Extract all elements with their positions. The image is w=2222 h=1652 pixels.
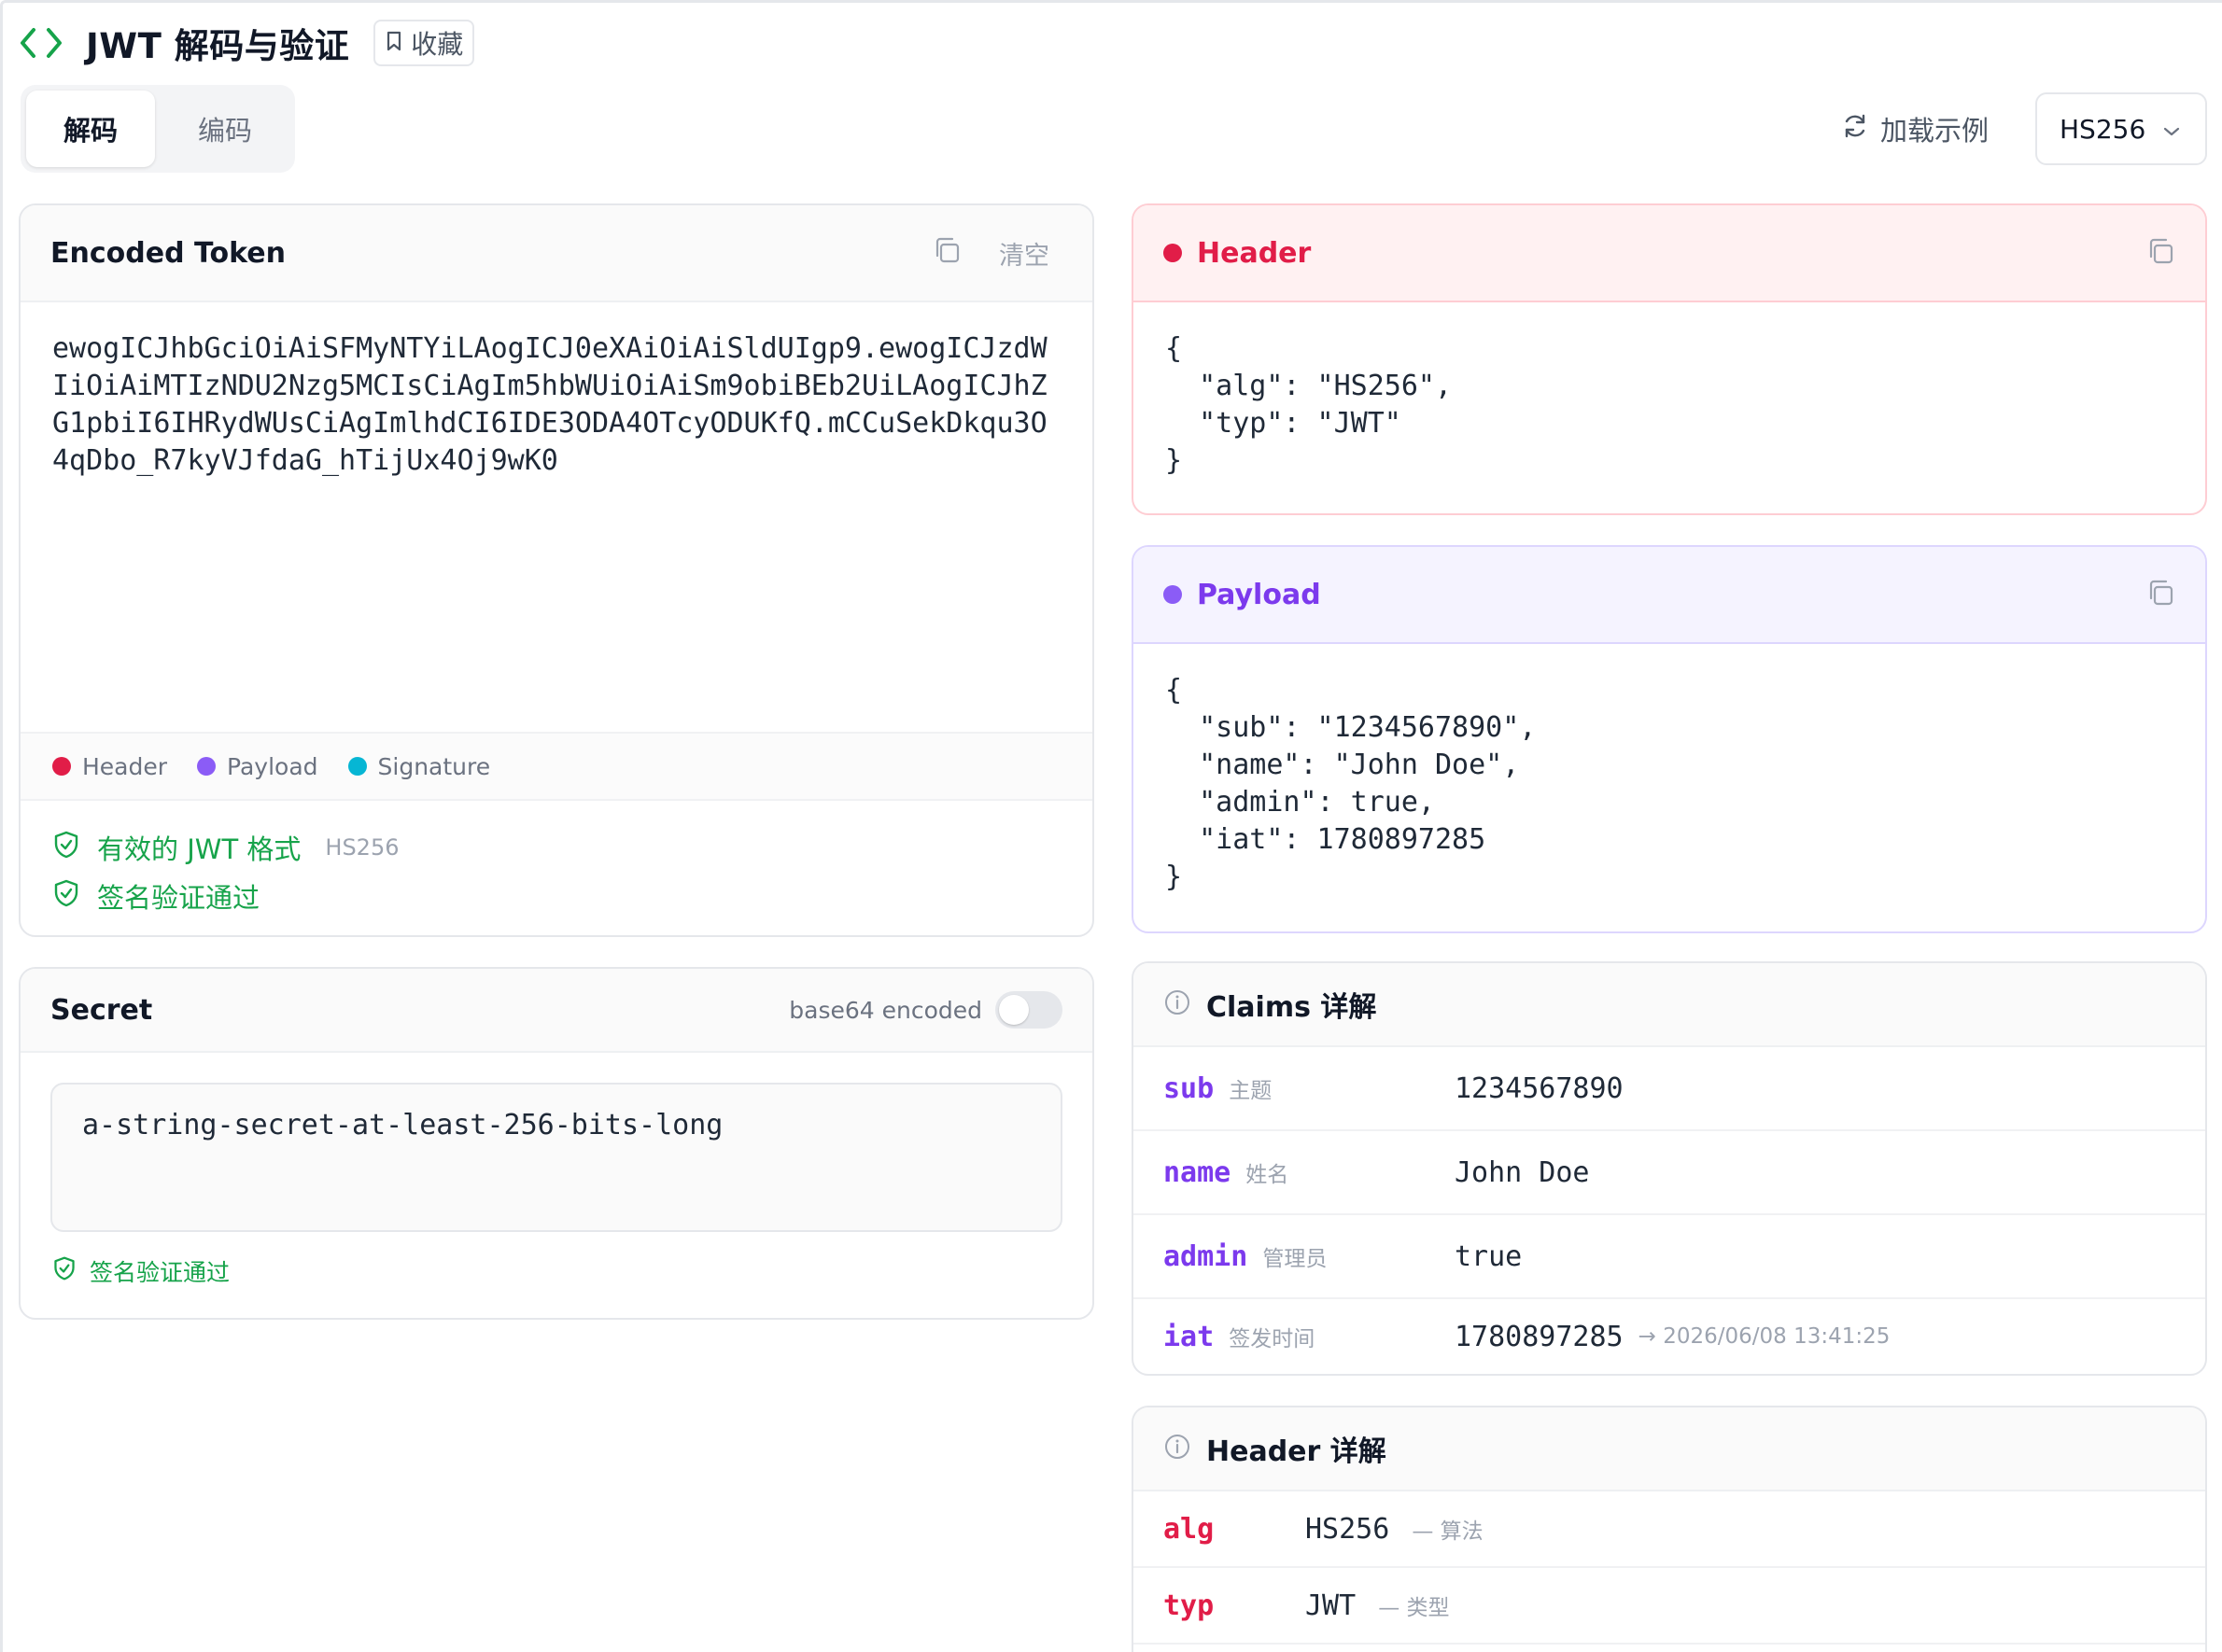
shield-check-icon — [52, 1255, 77, 1287]
payload-json: { "sub": "1234567890", "name": "John Doe… — [1165, 674, 1537, 893]
token-status-list: 有效的 JWT 格式 HS256 签名验证通过 — [21, 801, 1092, 920]
claim-row: iat 签发时间 1780897285 → 2026/06/08 13:41:25 — [1133, 1299, 2205, 1374]
tab-encode[interactable]: 编码 — [161, 91, 289, 167]
claim-value: John Doe — [1455, 1155, 1590, 1189]
legend-signature-dot — [347, 757, 367, 776]
payload-panel: Payload { "sub": "1234567890", "name": "… — [1132, 545, 2207, 933]
secret-status: 签名验证通过 — [21, 1232, 1092, 1310]
claim-row: sub 主题 1234567890 — [1133, 1047, 2205, 1131]
encoded-token-header: Encoded Token 清空 — [21, 205, 1092, 302]
status-signature-verified: 签名验证通过 — [52, 872, 1061, 920]
token-legend: Header Payload Signature — [21, 732, 1092, 801]
claim-value: 1780897285 — [1455, 1320, 1624, 1353]
secret-panel: Secret base64 encoded a-string-secret-at… — [19, 967, 1094, 1320]
encoded-token-panel: Encoded Token 清空 ewogICJhbGciOiAiSFMyNTY… — [19, 203, 1094, 937]
copy-token-icon[interactable] — [932, 235, 962, 272]
header-detail-desc: — 类型 — [1378, 1596, 1450, 1620]
header-detail-value: JWT — [1305, 1589, 1357, 1622]
algorithm-select[interactable]: HS256 — [2035, 92, 2207, 165]
base64-toggle-knob — [999, 995, 1029, 1025]
claim-desc: 签发时间 — [1229, 1326, 1315, 1351]
legend-signature-label: Signature — [377, 752, 491, 780]
legend-signature: Signature — [347, 752, 491, 780]
legend-header: Header — [52, 753, 167, 780]
code-brackets-icon — [19, 21, 63, 65]
info-icon — [1163, 988, 1191, 1020]
claim-key: admin — [1163, 1239, 1248, 1273]
header-detail-row: typ JWT — 类型 — [1133, 1568, 2205, 1645]
claims-head: Claims 详解 — [1133, 963, 2205, 1047]
header-panel: Header { "alg": "HS256", "typ": "JWT" } — [1132, 203, 2207, 515]
legend-payload-dot — [197, 757, 217, 776]
tab-decode[interactable]: 解码 — [26, 91, 155, 167]
claim-value: 1234567890 — [1455, 1071, 1624, 1105]
token-textarea[interactable]: ewogICJhbGciOiAiSFMyNTYiLAogICJ0eXAiOiAi… — [21, 302, 1092, 732]
header-detail-value: HS256 — [1305, 1512, 1390, 1546]
claim-desc: 姓名 — [1245, 1162, 1289, 1187]
base64-toggle[interactable] — [995, 991, 1062, 1029]
favorite-button[interactable]: 收藏 — [373, 20, 475, 66]
status-valid-format-alg: HS256 — [325, 834, 400, 861]
claims-panel: Claims 详解 sub 主题 1234567890 name 姓名 John D… — [1132, 961, 2207, 1376]
chevron-down-icon — [2162, 114, 2181, 145]
copy-header-icon[interactable] — [2145, 236, 2175, 270]
header-detail-desc: — 算法 — [1412, 1519, 1484, 1544]
header-panel-head: Header — [1133, 205, 2205, 302]
shield-check-icon — [52, 830, 80, 866]
status-valid-format-text: 有效的 JWT 格式 — [97, 833, 302, 865]
header-dot — [1163, 244, 1182, 262]
claim-key: name — [1163, 1155, 1231, 1189]
payload-dot — [1163, 585, 1182, 604]
header-json: { "alg": "HS256", "typ": "JWT" } — [1165, 332, 1453, 477]
header-detail-row: alg HS256 — 算法 — [1133, 1491, 2205, 1568]
secret-header: Secret base64 encoded — [21, 969, 1092, 1053]
claim-row: name 姓名 John Doe — [1133, 1131, 2205, 1215]
shield-check-icon — [52, 878, 80, 915]
payload-panel-title: Payload — [1197, 578, 1321, 611]
payload-panel-head: Payload — [1133, 547, 2205, 644]
page-title: JWT 解码与验证 — [86, 26, 350, 66]
claim-value: true — [1455, 1239, 1523, 1273]
claim-key: iat — [1163, 1320, 1215, 1353]
base64-label: base64 encoded — [789, 996, 982, 1024]
copy-payload-icon[interactable] — [2145, 578, 2175, 611]
encoded-token-title: Encoded Token — [50, 236, 286, 270]
favorite-label: 收藏 — [411, 29, 464, 60]
secret-status-text: 签名验证通过 — [90, 1259, 231, 1286]
algorithm-select-value: HS256 — [2060, 113, 2146, 145]
header-panel-title: Header — [1197, 236, 1312, 270]
claim-desc: 主题 — [1229, 1078, 1273, 1103]
status-signature-verified-text: 签名验证通过 — [97, 882, 260, 914]
claim-row: admin 管理员 true — [1133, 1215, 2205, 1299]
load-example-button[interactable]: 加载示例 — [1841, 108, 1989, 149]
mode-tabs: 解码 编码 — [21, 85, 295, 173]
load-example-label: 加载示例 — [1880, 115, 1990, 147]
claim-key: sub — [1163, 1071, 1215, 1105]
secret-input[interactable]: a-string-secret-at-least-256-bits-long — [50, 1083, 1062, 1232]
bookmark-icon — [385, 28, 403, 59]
title-bar: JWT 解码与验证 收藏 — [19, 17, 475, 69]
claim-iat-date: → 2026/06/08 13:41:25 — [1638, 1324, 1891, 1349]
legend-payload: Payload — [197, 753, 318, 780]
secret-title: Secret — [50, 993, 153, 1027]
legend-payload-label: Payload — [227, 752, 318, 780]
header-detail-key: alg — [1163, 1512, 1215, 1546]
header-details-panel: Header 详解 alg HS256 — 算法 typ JWT — 类型 — [1132, 1406, 2207, 1652]
refresh-icon — [1841, 112, 1869, 147]
clear-button[interactable]: 清空 — [999, 235, 1049, 272]
claims-title: Claims 详解 — [1206, 991, 1377, 1024]
legend-header-dot — [52, 757, 71, 776]
status-valid-format: 有效的 JWT 格式 HS256 — [52, 823, 1061, 872]
legend-header-label: Header — [82, 752, 168, 780]
header-details-head: Header 详解 — [1133, 1407, 2205, 1491]
header-detail-key: typ — [1163, 1589, 1215, 1622]
info-icon — [1163, 1433, 1191, 1464]
header-details-title: Header 详解 — [1206, 1435, 1386, 1468]
claim-desc: 管理员 — [1262, 1246, 1328, 1271]
